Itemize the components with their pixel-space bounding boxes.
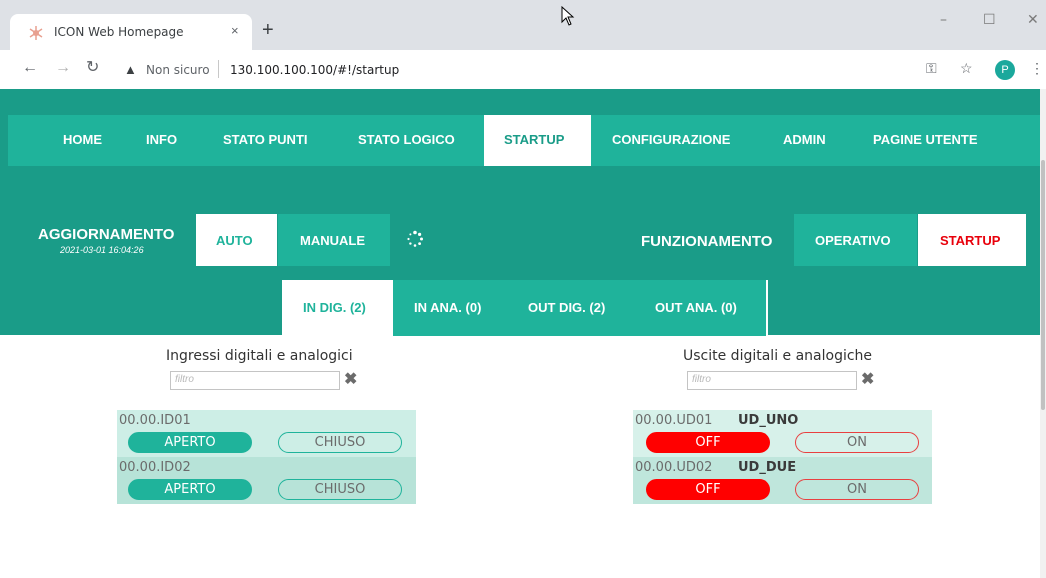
- output-row: 00.00.UD02 UD_DUE OFF ON: [633, 457, 932, 504]
- menu-item-startup[interactable]: STARTUP: [504, 132, 564, 147]
- off-button[interactable]: OFF: [646, 432, 770, 453]
- input-row: 00.00.ID01 APERTO CHIUSO: [117, 410, 416, 457]
- tab-out-ana[interactable]: OUT ANA. (0): [655, 300, 737, 315]
- menu-item-info[interactable]: INFO: [146, 132, 177, 147]
- input-row: 00.00.ID02 APERTO CHIUSO: [117, 457, 416, 504]
- url-separator: [218, 60, 219, 78]
- outputs-title: Uscite digitali e analogiche: [683, 348, 873, 364]
- startup-button[interactable]: STARTUP: [918, 214, 1026, 266]
- manual-button-label: MANUALE: [300, 233, 365, 248]
- profile-avatar[interactable]: P: [995, 60, 1015, 80]
- update-timestamp: 2021-03-01 16:04:26: [60, 245, 144, 255]
- menu-item-home[interactable]: HOME: [63, 132, 102, 147]
- auto-button[interactable]: AUTO: [196, 214, 277, 266]
- reload-icon[interactable]: ↻: [86, 59, 99, 77]
- security-label[interactable]: Non sicuro: [146, 63, 210, 77]
- tab-title: ICON Web Homepage: [54, 25, 184, 39]
- output-name: UD_UNO: [738, 413, 799, 428]
- menu-item-stato-logico[interactable]: STATO LOGICO: [358, 132, 455, 147]
- key-icon[interactable]: ⚿: [926, 60, 937, 77]
- back-icon[interactable]: ←: [22, 59, 38, 77]
- startup-button-label: STARTUP: [940, 233, 1001, 248]
- menu-item-pagine-utente[interactable]: PAGINE UTENTE: [873, 132, 978, 147]
- output-name: UD_DUE: [738, 460, 797, 475]
- more-menu-icon[interactable]: ⋮: [1030, 60, 1044, 77]
- warning-icon[interactable]: ▲: [124, 62, 137, 77]
- inputs-filter-input[interactable]: filtro: [170, 371, 340, 390]
- auto-button-label: AUTO: [216, 233, 253, 248]
- new-tab-icon[interactable]: +: [262, 20, 274, 40]
- mode-title: FUNZIONAMENTO: [641, 233, 773, 250]
- aperto-button[interactable]: APERTO: [128, 479, 252, 500]
- browser-tab[interactable]: ICON Web Homepage ×: [10, 14, 252, 50]
- star-icon[interactable]: ☆: [960, 60, 973, 77]
- tab-out-dig[interactable]: OUT DIG. (2): [528, 300, 605, 315]
- tab-close-icon[interactable]: ×: [231, 23, 239, 38]
- maximize-icon[interactable]: ☐: [983, 12, 996, 28]
- output-row: 00.00.UD01 UD_UNO OFF ON: [633, 410, 932, 457]
- on-button[interactable]: ON: [795, 479, 919, 500]
- menu-item-configurazione[interactable]: CONFIGURAZIONE: [612, 132, 730, 147]
- aperto-button[interactable]: APERTO: [128, 432, 252, 453]
- tab-in-dig[interactable]: IN DIG. (2): [303, 300, 366, 315]
- close-window-icon[interactable]: ✕: [1027, 12, 1039, 28]
- operativo-button-label: OPERATIVO: [815, 233, 891, 248]
- input-id: 00.00.ID02: [119, 460, 191, 475]
- output-id: 00.00.UD02: [635, 460, 713, 475]
- chiuso-button[interactable]: CHIUSO: [278, 479, 402, 500]
- app-favicon-icon: [29, 26, 43, 40]
- inputs-title: Ingressi digitali e analogici: [166, 348, 353, 364]
- operativo-button[interactable]: OPERATIVO: [794, 214, 917, 266]
- forward-icon[interactable]: →: [55, 59, 71, 77]
- input-id: 00.00.ID01: [119, 413, 191, 428]
- minimize-icon[interactable]: –: [940, 12, 947, 28]
- address-bar[interactable]: 130.100.100.100/#!/startup: [230, 63, 399, 77]
- off-button[interactable]: OFF: [646, 479, 770, 500]
- update-title: AGGIORNAMENTO: [38, 226, 175, 243]
- menu-item-admin[interactable]: ADMIN: [783, 132, 826, 147]
- chiuso-button[interactable]: CHIUSO: [278, 432, 402, 453]
- outputs-filter-input[interactable]: filtro: [687, 371, 857, 390]
- refresh-spinner-icon[interactable]: [406, 230, 424, 248]
- menu-item-stato-punti[interactable]: STATO PUNTI: [223, 132, 308, 147]
- inputs-clear-icon[interactable]: ✖: [344, 369, 357, 389]
- output-id: 00.00.UD01: [635, 413, 713, 428]
- page: ICON Web Homepage × + – ☐ ✕ ← → ↻ ▲ Non …: [0, 0, 1046, 578]
- tab-in-ana[interactable]: IN ANA. (0): [414, 300, 481, 315]
- scrollbar-thumb[interactable]: [1041, 160, 1045, 410]
- outputs-clear-icon[interactable]: ✖: [861, 369, 874, 389]
- mouse-cursor-icon: [561, 6, 575, 26]
- manual-button[interactable]: MANUALE: [278, 214, 390, 266]
- on-button[interactable]: ON: [795, 432, 919, 453]
- subtab-divider: [766, 280, 768, 336]
